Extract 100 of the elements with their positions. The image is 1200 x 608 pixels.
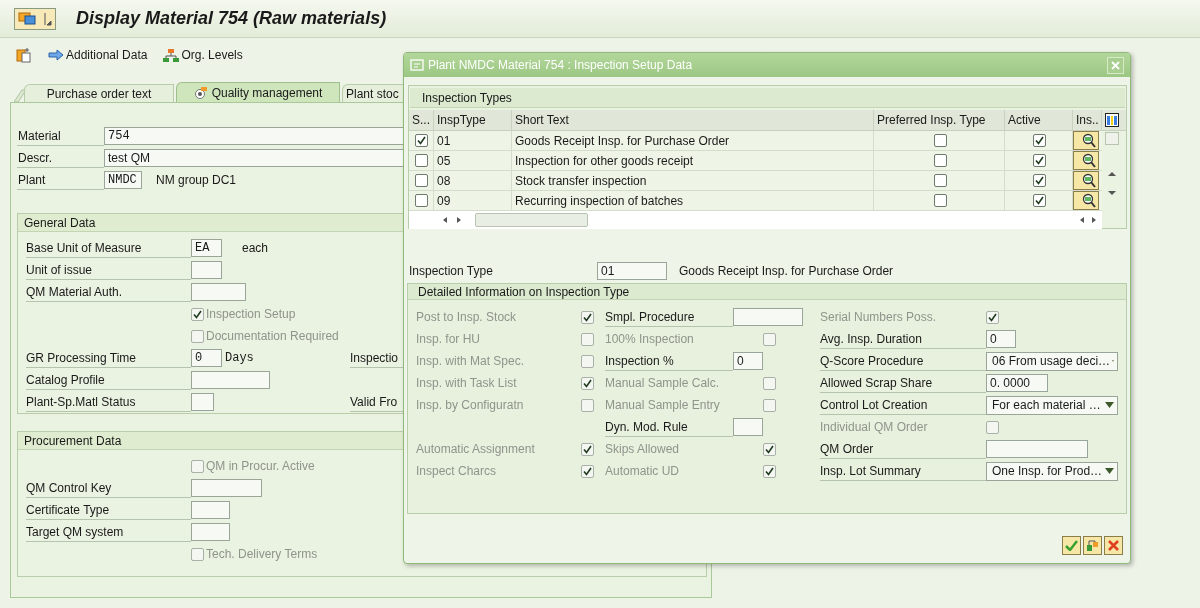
input-field[interactable]: 0 xyxy=(191,349,222,367)
toolbar-button[interactable]: Additional Data xyxy=(66,46,148,64)
table-cell: 05 xyxy=(434,151,512,170)
dropdown-arrow-icon xyxy=(1105,402,1114,408)
input-field[interactable] xyxy=(191,371,270,389)
dialog-icon xyxy=(410,59,424,71)
input-field[interactable]: 0 xyxy=(986,330,1016,348)
window-title: Display Material 754 (Raw materials) xyxy=(76,7,387,30)
field-label: Target QM system xyxy=(26,522,191,542)
input-field[interactable] xyxy=(986,440,1088,458)
input-field[interactable]: NMDC xyxy=(104,171,142,189)
column-settings-icon xyxy=(1105,113,1119,127)
checkbox[interactable] xyxy=(414,154,428,167)
close-icon xyxy=(1108,540,1119,551)
dropdown-arrow-icon xyxy=(1105,468,1114,474)
input-field[interactable] xyxy=(191,283,246,301)
checkbox-label: Tech. Delivery Terms xyxy=(206,546,318,563)
input-field[interactable]: 0. 0000 xyxy=(986,374,1048,392)
inspect-button[interactable] xyxy=(1073,151,1099,170)
field-label: Catalog Profile xyxy=(26,370,191,390)
table-title: Inspection Types xyxy=(410,88,1125,108)
field-label: Avg. Insp. Duration xyxy=(820,329,986,349)
input-field[interactable] xyxy=(191,501,230,519)
table-cell: Stock transfer inspection xyxy=(512,171,874,190)
inspect-button[interactable] xyxy=(1073,191,1099,210)
field-label: GR Processing Time xyxy=(26,348,191,368)
toolbar-button[interactable]: Org. Levels xyxy=(181,46,243,64)
magnifier-icon xyxy=(1081,172,1097,189)
group-title: Detailed Information on Inspection Type xyxy=(408,284,1126,300)
input-field[interactable]: 0 xyxy=(733,352,763,370)
tab[interactable]: Purchase order text xyxy=(24,84,174,102)
dropdown[interactable]: For each material … xyxy=(986,395,1118,415)
input-field[interactable] xyxy=(733,418,763,436)
field-label: Plant-Sp.Matl Status xyxy=(26,392,191,412)
checkbox[interactable] xyxy=(934,134,947,147)
inspect-button[interactable] xyxy=(1073,131,1099,150)
column-header[interactable]: Preferred Insp. Type xyxy=(874,110,1005,130)
scroll-thumb[interactable] xyxy=(1105,132,1119,145)
checkbox[interactable] xyxy=(1033,154,1046,167)
input-field[interactable] xyxy=(191,479,262,497)
magnifier-icon xyxy=(1081,192,1097,209)
input-field[interactable] xyxy=(191,393,214,411)
scroll-thumb[interactable] xyxy=(475,213,588,227)
checkmark-icon xyxy=(1065,540,1078,551)
tab[interactable]: Quality management xyxy=(176,82,340,102)
field-label: QM Order xyxy=(820,439,986,459)
checkbox[interactable] xyxy=(934,174,947,187)
table-cell: 08 xyxy=(434,171,512,190)
checkbox-label: Manual Sample Calc. xyxy=(605,375,721,392)
dropdown[interactable]: 06 From usage deci… xyxy=(986,351,1118,371)
confirm-button[interactable] xyxy=(1062,536,1081,555)
input-field[interactable] xyxy=(191,261,222,279)
checkbox-label: Inspect Charcs xyxy=(416,463,498,480)
caret-icon xyxy=(44,11,52,26)
column-header[interactable]: Active xyxy=(1005,110,1073,130)
field-label: Q-Score Procedure xyxy=(820,351,986,371)
table-cell: 01 xyxy=(434,131,512,150)
checkbox-label: Manual Sample Entry xyxy=(605,397,721,414)
checkbox[interactable] xyxy=(414,134,428,147)
column-header[interactable]: Ins.. xyxy=(1073,110,1102,130)
field-label: Certificate Type xyxy=(26,500,191,520)
input-field[interactable]: 01 xyxy=(597,262,667,280)
document-icon xyxy=(16,47,32,63)
checkbox-label: Insp. with Mat Spec. xyxy=(416,353,526,370)
cancel-button[interactable] xyxy=(1104,536,1123,555)
dropdown[interactable]: One Insp. for Prod… xyxy=(986,461,1118,481)
checkbox-label: Insp. with Task List xyxy=(416,375,518,392)
column-header[interactable]: S... xyxy=(409,110,434,130)
field-description: NM group DC1 xyxy=(156,172,237,189)
menu-button[interactable] xyxy=(14,7,56,30)
input-field[interactable] xyxy=(191,523,230,541)
hierarchy-button[interactable] xyxy=(1083,536,1102,555)
checkbox-label: Insp. by Configuratn xyxy=(416,397,525,414)
checkbox[interactable] xyxy=(934,154,947,167)
checkbox[interactable] xyxy=(1033,194,1046,207)
field-label: Control Lot Creation xyxy=(820,395,986,415)
field-label: Unit of issue xyxy=(26,260,191,280)
checkbox[interactable] xyxy=(414,174,428,187)
hierarchy-icon xyxy=(1086,539,1099,552)
arrow-icon xyxy=(48,49,64,61)
checkbox-label: Inspection Setup xyxy=(206,306,296,323)
checkbox-label: Automatic UD xyxy=(605,463,681,480)
checkbox[interactable] xyxy=(414,194,428,207)
unit-label: Days xyxy=(225,350,254,367)
input-field[interactable] xyxy=(733,308,803,326)
table-cell: 09 xyxy=(434,191,512,210)
column-header[interactable]: Short Text xyxy=(512,110,874,130)
field-label: QM Control Key xyxy=(26,478,191,498)
window-icon xyxy=(18,11,36,26)
radio-icon xyxy=(193,85,208,100)
inspect-button[interactable] xyxy=(1073,171,1099,190)
magnifier-icon xyxy=(1081,132,1097,149)
checkbox-label: Post to Insp. Stock xyxy=(416,309,518,326)
column-header[interactable]: InspType xyxy=(434,110,512,130)
checkbox[interactable] xyxy=(1033,174,1046,187)
input-field[interactable]: EA xyxy=(191,239,222,257)
checkbox[interactable] xyxy=(934,194,947,207)
hierarchy-icon xyxy=(163,48,180,62)
checkbox-label: QM in Procur. Active xyxy=(206,458,315,475)
checkbox[interactable] xyxy=(1033,134,1046,147)
